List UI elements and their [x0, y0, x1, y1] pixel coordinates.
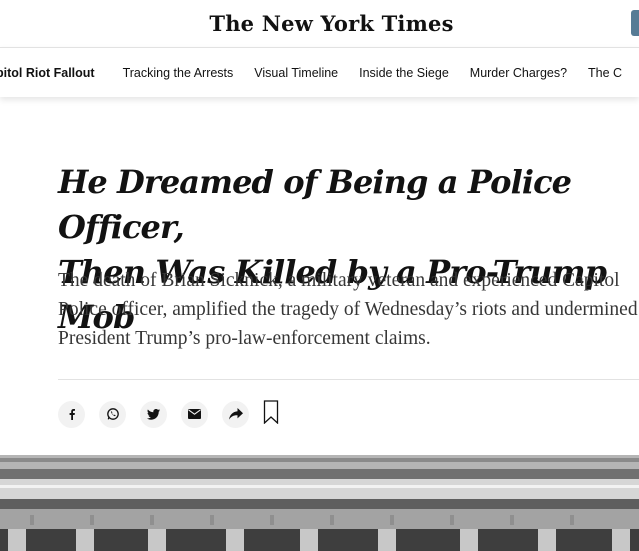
story-nav: pitol Riot Fallout Tracking the Arrests …: [0, 47, 639, 97]
headline-line-1: He Dreamed of Being a Police Officer,: [58, 163, 572, 246]
masthead: The New York Times: [0, 0, 639, 47]
share-tools: [58, 400, 279, 428]
nav-item-visual-timeline[interactable]: Visual Timeline: [254, 66, 338, 80]
share-arrow-icon[interactable]: [222, 400, 249, 428]
nyt-logo[interactable]: The New York Times: [209, 11, 453, 36]
nav-item-murder-charges[interactable]: Murder Charges?: [470, 66, 567, 80]
twitter-icon[interactable]: [140, 400, 167, 428]
nav-item-more[interactable]: The C: [588, 66, 622, 80]
hero-image-capitol: [0, 455, 639, 551]
nav-item-inside-siege[interactable]: Inside the Siege: [359, 66, 449, 80]
divider-rule: [58, 379, 639, 380]
bookmark-icon[interactable]: [263, 400, 279, 428]
subscribe-button-edge[interactable]: [631, 10, 639, 36]
facebook-icon[interactable]: [58, 400, 85, 428]
nav-item-capitol-riot-fallout[interactable]: pitol Riot Fallout: [0, 66, 95, 80]
email-icon[interactable]: [181, 400, 208, 428]
whatsapp-icon[interactable]: [99, 400, 126, 428]
nav-item-tracking-arrests[interactable]: Tracking the Arrests: [123, 66, 234, 80]
capitol-building-photo: [0, 455, 639, 551]
article-summary: The death of Brian Sicknick, a military …: [58, 270, 638, 349]
